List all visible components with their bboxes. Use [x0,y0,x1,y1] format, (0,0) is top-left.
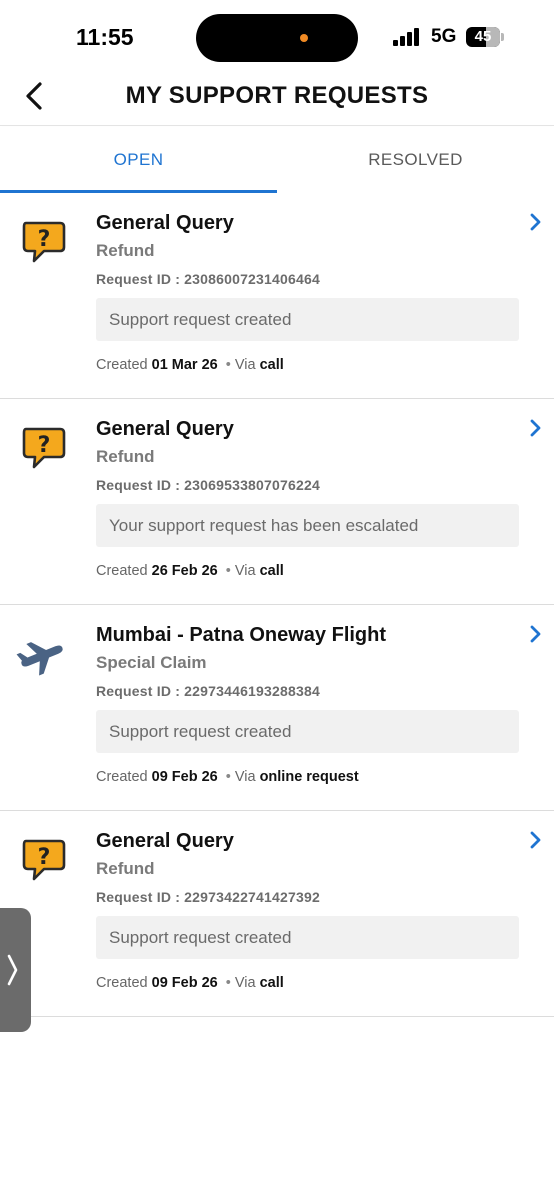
dynamic-island [196,14,358,62]
side-panel-handle[interactable] [0,908,31,1032]
chevron-right-icon [7,954,18,986]
separator-dot: • [225,975,231,991]
separator-dot: • [225,563,231,579]
request-id: Request ID : 22973446193288384 [96,683,320,699]
support-request-card[interactable]: ? General Query Refund Request ID : 2306… [0,399,554,605]
request-title: General Query [96,212,234,234]
request-category: Refund [96,241,155,260]
battery-icon: 45 [466,27,504,47]
svg-text:?: ? [38,227,51,252]
chevron-right-icon [530,625,541,643]
request-title: Mumbai - Patna Oneway Flight [96,624,387,646]
via-label: Via [234,563,256,579]
airplane-icon [16,642,63,676]
page-header: MY SUPPORT REQUESTS [0,72,554,126]
request-status: Support request created [96,710,519,753]
request-id: Request ID : 23086007231406464 [96,271,320,287]
via-label: Via [234,769,256,785]
svg-text:?: ? [38,433,51,458]
page-title: MY SUPPORT REQUESTS [125,82,429,109]
request-category: Refund [96,859,155,878]
separator-dot: • [225,357,231,373]
request-id: Request ID : 23069533807076224 [96,477,320,493]
request-status: Support request created [96,916,519,959]
status-bar: 11:55 5G 45 [0,0,554,72]
svg-text:?: ? [38,845,51,870]
separator-dot: • [225,769,231,785]
question-chat-icon: ? [22,221,66,263]
request-status: Your support request has been escalated [96,504,519,547]
request-meta: Created 26 Feb 26 • Via call [96,563,284,579]
via-channel: online request [259,769,359,785]
request-category: Refund [96,447,155,466]
request-meta: Created 09 Feb 26 • Via call [96,975,284,991]
support-request-card[interactable]: Mumbai - Patna Oneway Flight Special Cla… [0,605,554,811]
request-status: Support request created [96,298,519,341]
via-channel: call [259,975,284,991]
request-id: Request ID : 22973422741427392 [96,889,320,905]
tab-resolved[interactable]: RESOLVED [277,127,554,193]
created-label: Created [96,563,148,579]
created-date: 09 Feb 26 [151,975,218,991]
status-time: 11:55 [76,24,134,50]
via-label: Via [234,357,256,373]
request-meta: Created 09 Feb 26 • Via online request [96,769,359,785]
request-tabs: OPEN RESOLVED [0,127,554,193]
battery-level: 45 [474,28,492,45]
chevron-right-icon [530,419,541,437]
created-date: 01 Mar 26 [151,357,218,373]
support-request-list: ? General Query Refund Request ID : 2308… [0,193,554,1017]
question-chat-icon: ? [22,839,66,881]
tab-open[interactable]: OPEN [0,127,277,193]
support-request-card[interactable]: ? General Query Refund Request ID : 2297… [0,811,554,1017]
created-date: 26 Feb 26 [151,563,218,579]
request-category: Special Claim [96,653,207,672]
created-label: Created [96,975,148,991]
via-channel: call [259,563,284,579]
created-date: 09 Feb 26 [151,769,218,785]
question-chat-icon: ? [22,427,66,469]
request-meta: Created 01 Mar 26 • Via call [96,357,284,373]
created-label: Created [96,357,148,373]
via-channel: call [259,357,284,373]
recording-indicator-icon [300,34,308,42]
chevron-right-icon [530,213,541,231]
support-request-card[interactable]: ? General Query Refund Request ID : 2308… [0,193,554,399]
created-label: Created [96,769,148,785]
cellular-signal-icon [393,28,419,46]
request-title: General Query [96,418,234,440]
chevron-right-icon [530,831,541,849]
network-type: 5G [431,26,457,47]
request-title: General Query [96,830,234,852]
via-label: Via [234,975,256,991]
